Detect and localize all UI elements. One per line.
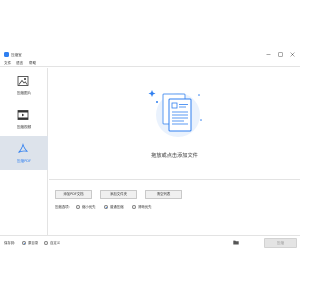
- radio-clarity-first[interactable]: [132, 205, 136, 209]
- compression-options: 压缩选项: 缩小优先 普通压缩 清晰优先: [55, 203, 255, 211]
- menu-help[interactable]: 帮助: [29, 61, 36, 65]
- radio-label: 缩小优先: [82, 205, 96, 209]
- video-icon: [17, 109, 29, 121]
- radio-smaller-first[interactable]: [76, 205, 80, 209]
- radio-custom-folder[interactable]: [44, 241, 48, 245]
- add-pdf-button[interactable]: 添加PDF文档: [55, 190, 92, 199]
- sidebar-item-compress-pdf[interactable]: 压缩PDF: [0, 136, 48, 170]
- radio-label: 清晰优先: [138, 205, 152, 209]
- menu-file[interactable]: 文件: [4, 61, 11, 65]
- pdf-icon: [17, 143, 29, 155]
- title-bar: 压缩宝: [0, 50, 300, 59]
- image-icon: [17, 75, 29, 87]
- maximize-icon[interactable]: [277, 51, 284, 58]
- app-window: 压缩宝 文件 语言 帮助 压缩图片 压缩视频 压缩PDF 拖放或点击添加文件 添…: [0, 50, 300, 249]
- radio-label: 原目录: [28, 241, 39, 245]
- menu-language[interactable]: 语言: [16, 61, 23, 65]
- main-content: 拖放或点击添加文件 添加PDF文档 添加文件夹 清空列表 压缩选项: 缩小优先 …: [49, 68, 300, 238]
- save-to-label: 保存到:: [4, 241, 16, 245]
- app-title: 压缩宝: [11, 52, 22, 57]
- compression-options-label: 压缩选项:: [55, 205, 70, 209]
- app-logo-icon: [4, 52, 9, 57]
- sidebar-item-compress-image[interactable]: 压缩图片: [0, 68, 48, 102]
- sidebar-item-label: 压缩图片: [16, 91, 32, 95]
- bottom-bar: 保存到: 原目录 自定义 压缩: [0, 235, 300, 249]
- radio-original-folder[interactable]: [22, 241, 26, 245]
- sidebar-item-label: 压缩PDF: [16, 159, 32, 163]
- start-compress-button[interactable]: 压缩: [264, 238, 297, 248]
- minimize-icon[interactable]: [265, 51, 272, 58]
- sidebar-item-compress-video[interactable]: 压缩视频: [0, 102, 48, 136]
- radio-label: 普通压缩: [110, 205, 124, 209]
- drop-hint-text: 拖放或点击添加文件: [151, 153, 198, 159]
- folder-icon[interactable]: [233, 240, 239, 245]
- radio-normal[interactable]: [104, 205, 108, 209]
- clear-list-button[interactable]: 清空列表: [145, 190, 182, 199]
- close-icon[interactable]: [289, 51, 296, 58]
- document-illustration-icon: [146, 86, 206, 142]
- radio-label: 自定义: [50, 241, 61, 245]
- menu-bar: 文件 语言 帮助: [0, 59, 300, 67]
- sidebar: 压缩图片 压缩视频 压缩PDF: [0, 68, 48, 238]
- add-folder-button[interactable]: 添加文件夹: [100, 190, 137, 199]
- file-drop-area[interactable]: 拖放或点击添加文件: [49, 68, 300, 180]
- sidebar-item-label: 压缩视频: [16, 125, 32, 129]
